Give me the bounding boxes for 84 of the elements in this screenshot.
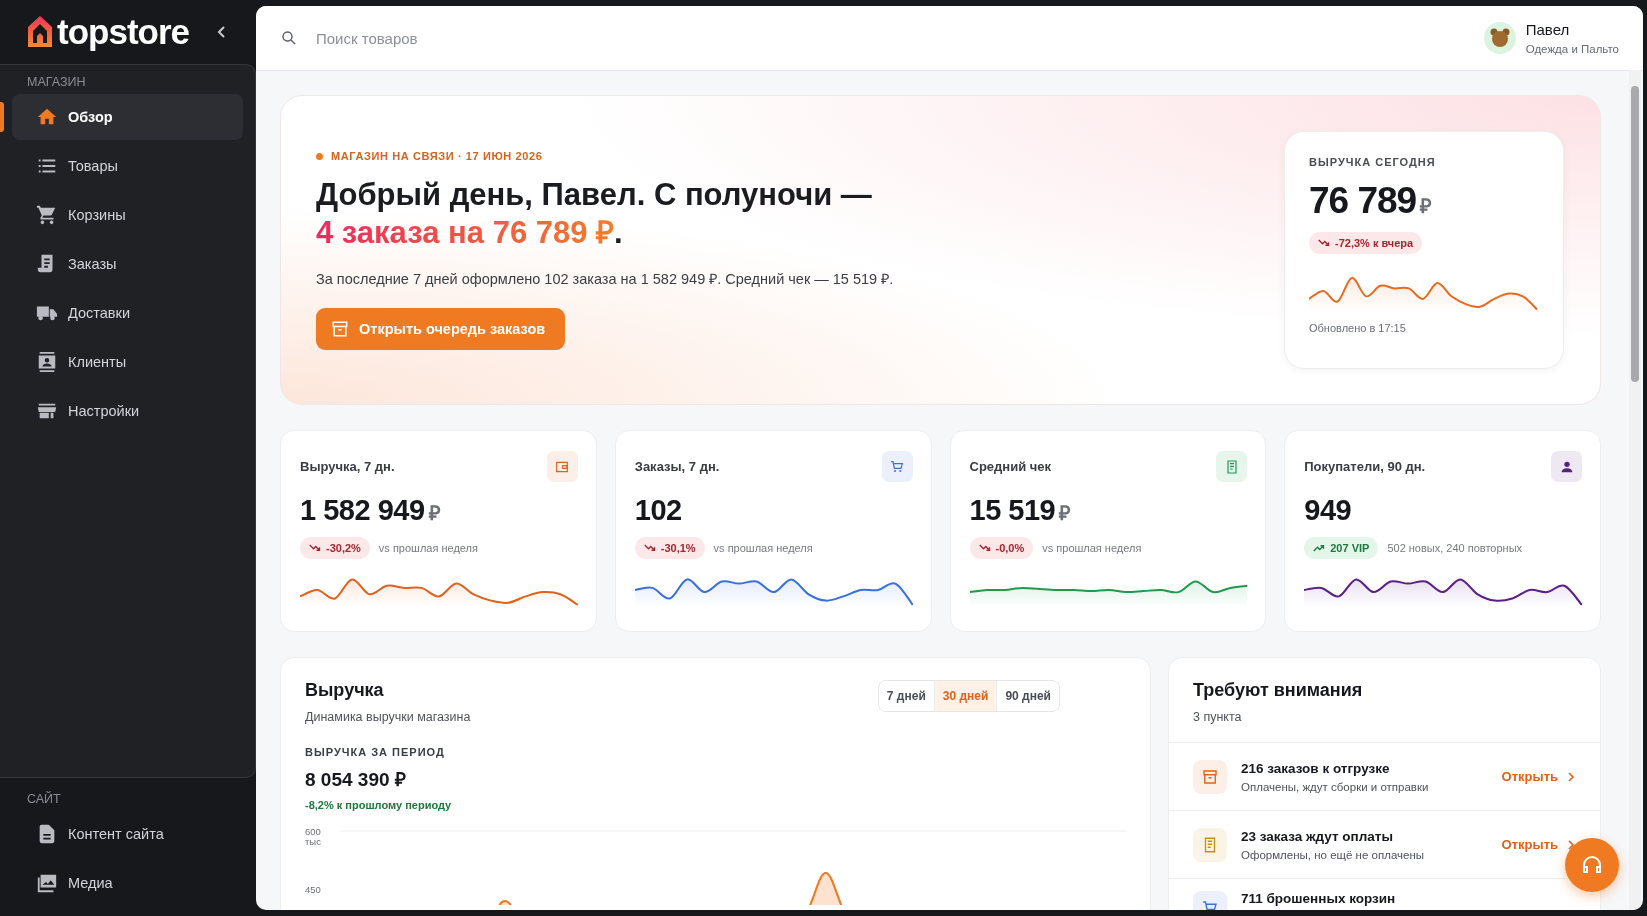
axis-label: 450 [305, 885, 322, 897]
logo-icon [26, 14, 54, 50]
chevron-icon [1566, 839, 1576, 850]
trend-down-icon [309, 542, 321, 554]
archive-icon [330, 319, 350, 339]
comparison-note: 502 новых, 240 повторных [1387, 542, 1523, 554]
task-title: 216 заказов к отгрузке [1241, 760, 1391, 776]
trend-up-icon [1313, 542, 1326, 554]
nav-item[interactable]: Доставки [12, 290, 243, 336]
nav-label: Доставки [68, 305, 130, 321]
change-badge: -0,0% [969, 537, 1034, 559]
stat-label: Выручка, 7 дн. [300, 459, 395, 474]
open-link[interactable]: Открыть [1501, 837, 1576, 852]
axis-label: 600 тыс [305, 827, 322, 849]
nav-label: Товары [68, 158, 118, 174]
change-badge: -72,3% к вчера [1309, 232, 1423, 254]
support-button[interactable] [1565, 838, 1619, 892]
card-label: ВЫРУЧКА СЕГОДНЯ [1309, 156, 1437, 168]
stat-label: Средний чек [969, 459, 1052, 474]
search-icon [280, 29, 298, 47]
trend-down-icon [643, 542, 656, 554]
task-title: 711 брошенных корзин [1241, 891, 1397, 906]
comparison-note: vs прошлая неделя [378, 542, 478, 554]
nav-item[interactable]: Настройки [12, 388, 243, 434]
store-name: Одежда и Пальто [1525, 43, 1619, 55]
trend-down-icon [978, 542, 991, 554]
period-total: 8 054 390 ₽ [305, 768, 407, 792]
nav-label: Заказы [68, 256, 117, 272]
period-label: ВЫРУЧКА ЗА ПЕРИОД [305, 746, 446, 758]
task-title: 23 заказа ждут оплаты [1241, 828, 1394, 844]
stat-value: 15 519 [969, 494, 1056, 527]
currency-sign: ₽ [1420, 194, 1433, 219]
avatar-icon[interactable] [1483, 22, 1516, 54]
card-title: Выручка [305, 680, 385, 701]
status-text: МАГАЗИН НА СВЯЗИ · 17 ИЮН 2026 [331, 150, 543, 162]
change-badge: -30,2% [300, 537, 370, 559]
card-subtitle: 3 пункта [1193, 710, 1243, 724]
active-indicator [0, 102, 4, 132]
comparison-note: vs прошлая неделя [1042, 542, 1142, 554]
nav-label: Контент сайта [68, 826, 164, 842]
card-title: Требуют внимания [1193, 680, 1364, 701]
stat-value: 1 582 949 [300, 494, 425, 527]
change-badge: 207 VIP [1304, 537, 1379, 559]
nav-label: Клиенты [68, 354, 127, 370]
currency-sign: ₽ [1059, 501, 1072, 526]
task-subtitle: Оплачены, ждут сборки и отправки [1241, 780, 1430, 793]
currency-sign: ₽ [428, 501, 441, 526]
trend-down-icon [1318, 237, 1330, 249]
nav-label: Медиа [68, 875, 113, 891]
section-title: МАГАЗИН [26, 74, 87, 91]
updated-time: Обновлено в 17:15 [1309, 322, 1407, 334]
period-tab[interactable]: 90 дней [996, 681, 1059, 711]
nav-item[interactable]: Клиенты [12, 339, 243, 385]
nav-item[interactable]: Заказы [12, 241, 243, 287]
section-title: САЙТ [26, 790, 62, 808]
stat-label: Покупатели, 90 дн. [1304, 459, 1426, 474]
open-link[interactable]: Открыть [1501, 769, 1576, 784]
scrollbar[interactable] [1629, 70, 1641, 910]
nav-label: Обзор [68, 109, 113, 125]
stat-label: Заказы, 7 дн. [634, 459, 720, 474]
task-subtitle: Оформлены, но ещё не оплачены [1241, 848, 1426, 861]
change-badge: -30,1% [634, 537, 705, 559]
nav-item[interactable]: Контент сайта [12, 811, 244, 857]
comparison-note: vs прошлая неделя [713, 542, 813, 554]
stat-value: 949 [1304, 494, 1352, 527]
card-subtitle: Динамика выручки магазина [305, 710, 471, 724]
image-icon [36, 872, 58, 894]
nav-label: Корзины [68, 207, 126, 223]
stat-value: 102 [634, 494, 682, 527]
logo-text: topstore [57, 12, 189, 52]
contact-card-icon [36, 351, 58, 373]
nav-item[interactable]: Корзины [12, 192, 243, 238]
summary-text: За последние 7 дней оформлено 102 заказа на 1 582 949 ₽. Средний чек — 15 519 ₽. [316, 270, 894, 288]
period-change: -8,2% к прошлому периоду [305, 799, 453, 811]
nav-item[interactable]: Медиа [12, 860, 244, 906]
nav-label: Настройки [68, 403, 140, 419]
greeting-heading: Добрый день, Павел. С полуночи — 4 заказа на 76 789 ₽. [316, 176, 873, 252]
search-field[interactable]: Поиск товаров [314, 28, 718, 48]
user-name: Павел [1525, 21, 1571, 38]
cart-icon [36, 204, 58, 226]
revenue-value: 76 789 [1309, 180, 1417, 222]
status-dot [316, 152, 323, 160]
nav-item[interactable]: Товары [12, 143, 243, 189]
chevron-icon [1566, 771, 1576, 782]
